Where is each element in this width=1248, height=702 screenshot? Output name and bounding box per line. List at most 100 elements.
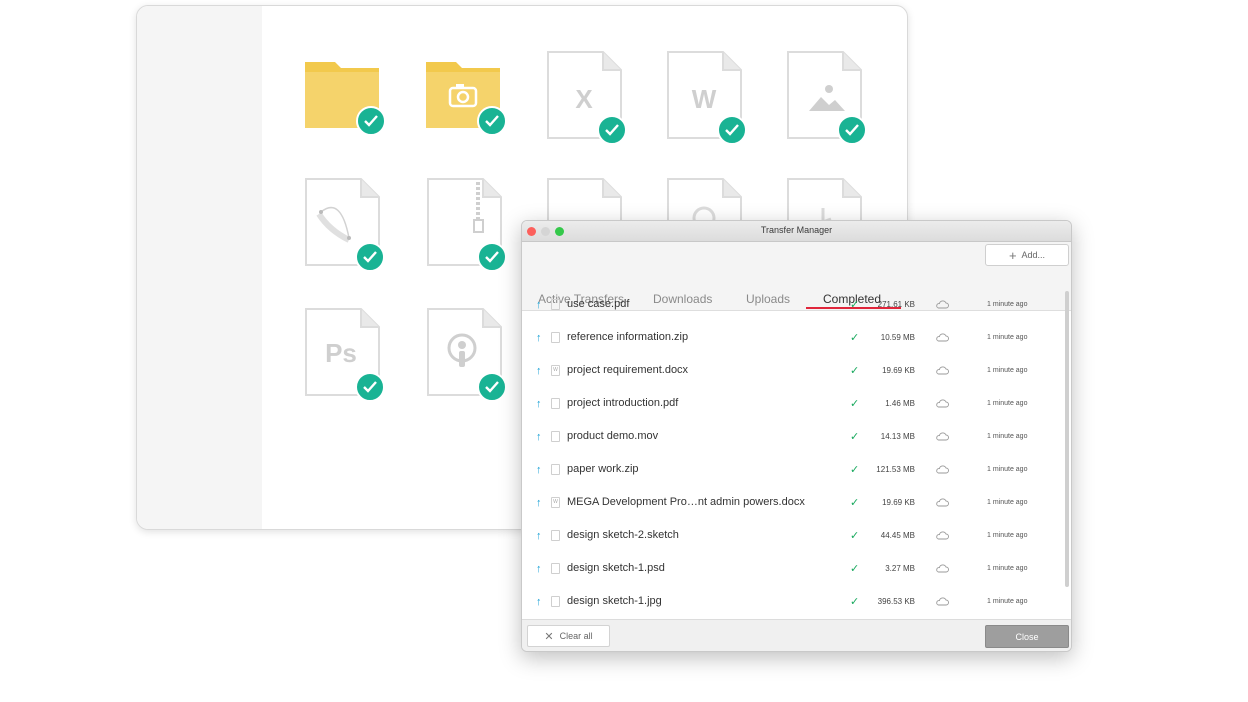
completed-check-icon: ✓ xyxy=(850,563,860,575)
cloud-icon[interactable] xyxy=(935,531,949,540)
cloud-icon[interactable] xyxy=(935,300,949,309)
cloud-icon[interactable] xyxy=(935,366,949,375)
cloud-icon[interactable] xyxy=(935,597,949,606)
completed-check-icon: ✓ xyxy=(850,596,860,608)
completed-check-icon: ✓ xyxy=(850,431,860,443)
file-type-icon xyxy=(551,464,560,475)
folder-tile[interactable] xyxy=(304,56,394,156)
file-type-icon xyxy=(551,563,560,574)
check-icon xyxy=(355,372,385,402)
word-glyph: W xyxy=(692,84,717,114)
completed-time: 1 minute ago xyxy=(987,499,1028,506)
excel-glyph: X xyxy=(575,84,593,114)
file-name: design sketch-1.psd xyxy=(567,562,665,574)
file-size: 1.46 MB xyxy=(885,399,915,408)
list-item[interactable]: ↑ design sketch-1.psd ✓ 3.27 MB 1 minute ago xyxy=(522,554,1060,587)
list-item[interactable]: ↑ paper work.zip ✓ 121.53 MB 1 minute ago xyxy=(522,455,1060,488)
file-size: 10.59 MB xyxy=(880,333,915,342)
file-name: design sketch-2.sketch xyxy=(567,529,679,541)
completed-check-icon: ✓ xyxy=(850,464,860,476)
completed-time: 1 minute ago xyxy=(987,433,1028,440)
check-icon xyxy=(477,106,507,136)
completed-check-icon: ✓ xyxy=(850,497,860,509)
file-size: 121.53 MB xyxy=(876,465,915,474)
clear-all-button[interactable]: ✕ Clear all xyxy=(527,625,610,647)
completed-check-icon: ✓ xyxy=(850,299,860,311)
list-item[interactable]: ↑ design sketch-1.jpg ✓ 396.53 KB 1 minute a… xyxy=(522,587,1060,619)
check-icon xyxy=(837,115,867,145)
grid-sidebar xyxy=(137,6,262,529)
upload-arrow-icon: ↑ xyxy=(536,431,542,443)
file-name: design sketch-1.jpg xyxy=(567,595,662,607)
podcast-file-tile[interactable] xyxy=(427,308,517,408)
upload-arrow-icon: ↑ xyxy=(536,464,542,476)
cloud-icon[interactable] xyxy=(935,333,949,342)
check-icon xyxy=(597,115,627,145)
check-icon xyxy=(717,115,747,145)
file-size: 14.13 MB xyxy=(880,432,915,441)
add-label: Add... xyxy=(1021,250,1046,260)
close-button[interactable]: Close xyxy=(985,625,1069,648)
cloud-icon[interactable] xyxy=(935,432,949,441)
list-item[interactable]: ↑ Wproject requirement.docx ✓ 19.69 KB 1 min… xyxy=(522,356,1060,389)
word-file-tile[interactable]: W xyxy=(667,51,757,151)
check-icon xyxy=(477,242,507,272)
completed-time: 1 minute ago xyxy=(987,598,1028,605)
window-title: Transfer Manager xyxy=(760,225,833,235)
completed-check-icon: ✓ xyxy=(850,365,860,377)
upload-arrow-icon: ↑ xyxy=(536,299,542,311)
cloud-icon[interactable] xyxy=(935,465,949,474)
list-item[interactable]: ↑ design sketch-2.sketch ✓ 44.45 MB 1 minute… xyxy=(522,521,1060,554)
list-item[interactable]: ↑ product demo.mov ✓ 14.13 MB 1 minute ago xyxy=(522,422,1060,455)
file-size: 271.61 KB xyxy=(877,300,915,309)
vector-file-tile[interactable] xyxy=(305,178,395,278)
photoshop-file-tile[interactable]: Ps xyxy=(305,308,395,408)
file-type-icon xyxy=(551,332,560,343)
clear-all-label: Clear all xyxy=(559,631,593,641)
file-size: 19.69 KB xyxy=(882,498,915,507)
zip-file-tile[interactable] xyxy=(427,178,517,278)
file-name: reference information.zip xyxy=(567,331,689,343)
completed-time: 1 minute ago xyxy=(987,367,1028,374)
completed-time: 1 minute ago xyxy=(987,301,1028,308)
completed-time: 1 minute ago xyxy=(987,532,1028,539)
transfer-manager-window: Transfer Manager + Add... Active Transfe… xyxy=(521,220,1072,652)
add-button[interactable]: + Add... xyxy=(985,244,1069,266)
scrollbar[interactable] xyxy=(1065,291,1069,587)
file-size: 3.27 MB xyxy=(885,564,915,573)
image-file-tile[interactable] xyxy=(787,51,877,151)
list-item[interactable]: ↑ project introduction.pdf ✓ 1.46 MB 1 minut… xyxy=(522,389,1060,422)
file-type-icon xyxy=(551,596,560,607)
completed-time: 1 minute ago xyxy=(987,334,1028,341)
file-type-icon xyxy=(551,299,560,310)
cloud-icon[interactable] xyxy=(935,399,949,408)
upload-arrow-icon: ↑ xyxy=(536,365,542,377)
file-name: paper work.zip xyxy=(567,463,639,475)
list-item[interactable]: ↑ W MEGA Development Pro…nt admin powers.d… xyxy=(522,488,1060,521)
file-name: project introduction.pdf xyxy=(567,397,679,409)
file-size: 19.69 KB xyxy=(882,366,915,375)
excel-file-tile[interactable]: X xyxy=(547,51,637,151)
file-size: 396.53 KB xyxy=(877,597,915,606)
upload-arrow-icon: ↑ xyxy=(536,530,542,542)
upload-arrow-icon: ↑ xyxy=(536,596,542,608)
upload-arrow-icon: ↑ xyxy=(536,497,542,509)
upload-arrow-icon: ↑ xyxy=(536,398,542,410)
footer: ✕ Clear all Close xyxy=(522,619,1071,651)
completed-check-icon: ✓ xyxy=(850,530,860,542)
file-type-icon: W xyxy=(551,497,560,508)
cloud-icon[interactable] xyxy=(935,498,949,507)
cloud-icon[interactable] xyxy=(935,564,949,573)
completed-time: 1 minute ago xyxy=(987,400,1028,407)
close-icon: ✕ xyxy=(544,630,554,643)
file-name: MEGA Development Pro…nt admin powers.doc… xyxy=(567,496,805,508)
camera-folder-tile[interactable] xyxy=(425,56,515,156)
file-type-icon xyxy=(551,398,560,409)
file-type-icon: W xyxy=(551,365,560,376)
completed-check-icon: ✓ xyxy=(850,332,860,344)
file-type-icon xyxy=(551,530,560,541)
file-type-icon xyxy=(551,431,560,442)
list-item[interactable]: ↑ use case.pdf ✓ 271.61 KB 1 minute ago xyxy=(522,290,1060,323)
completed-check-icon: ✓ xyxy=(850,398,860,410)
list-item[interactable]: ↑ reference information.zip ✓ 10.59 MB 1 min… xyxy=(522,323,1060,356)
